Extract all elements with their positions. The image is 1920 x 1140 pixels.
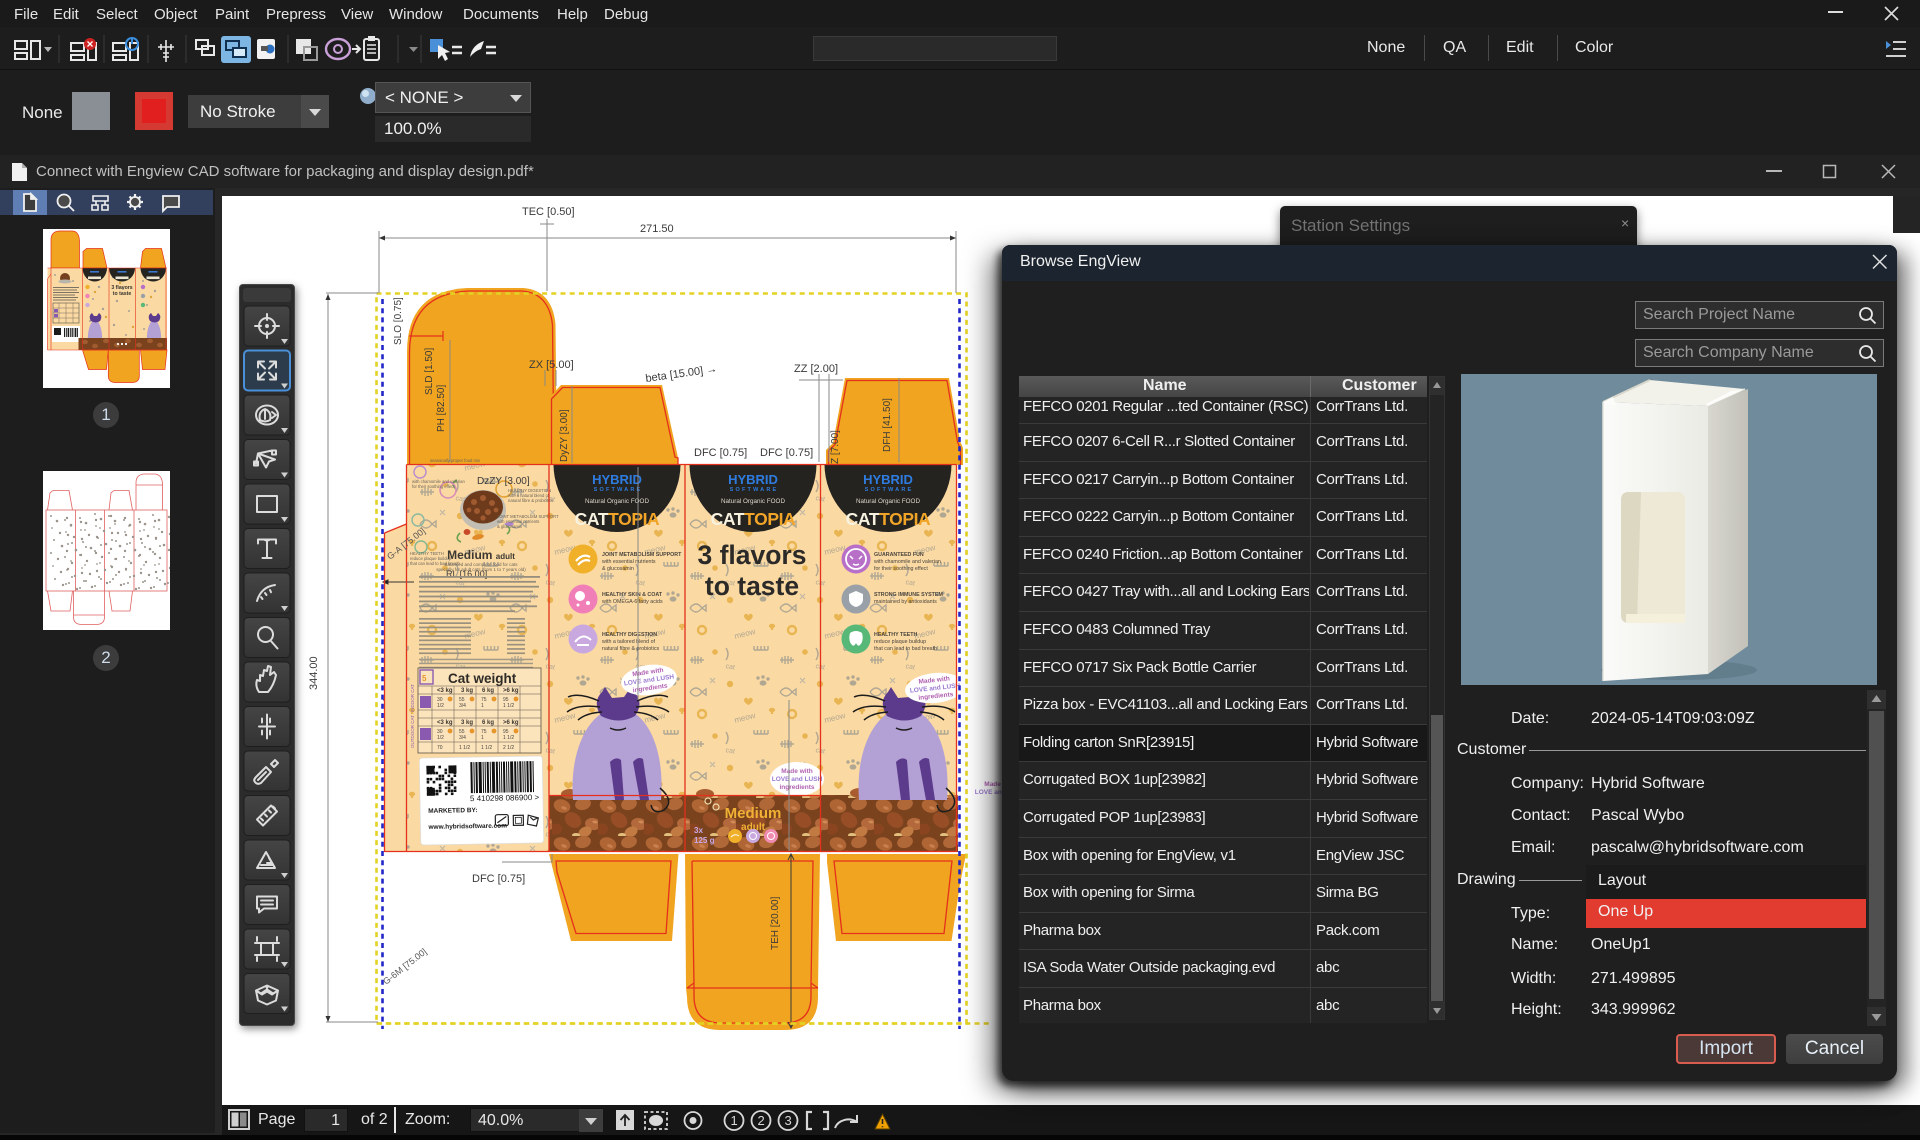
svg-text:natural fibre & probiotics: natural fibre & probiotics (508, 498, 553, 503)
svg-text:G-6M [75.00]: G-6M [75.00] (381, 946, 429, 986)
svg-text:DzZY [3.00]: DzZY [3.00] (477, 476, 530, 487)
svg-text:DFH [41.50]: DFH [41.50] (882, 398, 893, 452)
svg-text:HEALTHY TEETH: HEALTHY TEETH (874, 632, 918, 638)
svg-text:3/4: 3/4 (459, 735, 466, 741)
svg-text:maintained by antioxidants: maintained by antioxidants (874, 599, 937, 605)
svg-text:DFC [0.75]: DFC [0.75] (472, 873, 525, 885)
svg-text:Made with: Made with (781, 768, 812, 775)
svg-text:1 1/2: 1 1/2 (459, 745, 470, 751)
svg-text:HEALTHY DIGESTION: HEALTHY DIGESTION (602, 632, 657, 638)
svg-text:>6 kg: >6 kg (503, 688, 519, 694)
svg-text:CATTOPIA: CATTOPIA (575, 509, 660, 529)
svg-text:TEH [20.00]: TEH [20.00] (770, 896, 781, 950)
svg-text:SLO [0.75]: SLO [0.75] (393, 297, 404, 345)
svg-text:1 1/2: 1 1/2 (503, 735, 514, 741)
svg-text:SOFTWARE: SOFTWARE (865, 487, 914, 493)
svg-text:3x: 3x (694, 826, 703, 835)
svg-text:with chamomile and valerian: with chamomile and valerian (874, 559, 941, 565)
svg-text:with OMEGA-6 fatty acids: with OMEGA-6 fatty acids (602, 599, 663, 605)
svg-text:3/4: 3/4 (459, 703, 466, 709)
svg-text:PH [82.50]: PH [82.50] (436, 385, 447, 432)
svg-text:MARKETED BY:: MARKETED BY: (428, 807, 477, 815)
svg-text:CATTOPIA: CATTOPIA (846, 509, 931, 529)
svg-text:STRONG IMMUNE SYSTEM: STRONG IMMUNE SYSTEM (874, 592, 943, 598)
svg-text:3 kg: 3 kg (461, 720, 473, 726)
svg-text:5: 5 (422, 674, 427, 683)
svg-text:beta [15.00] →: beta [15.00] → (645, 363, 718, 385)
svg-text:ingredients: ingredients (779, 784, 814, 791)
svg-text:1 1/2: 1 1/2 (503, 703, 514, 709)
svg-text:HYBRID: HYBRID (728, 472, 778, 487)
svg-text:DyZY [3.00]: DyZY [3.00] (559, 409, 570, 462)
svg-text:& glucosamin: & glucosamin (497, 524, 523, 529)
svg-text:for their soothing effect: for their soothing effect (874, 566, 928, 572)
svg-text:reduce plaque buildup: reduce plaque buildup (874, 639, 926, 645)
svg-text:with essential nutrients: with essential nutrients (602, 559, 656, 565)
svg-text:1/2: 1/2 (437, 735, 444, 741)
svg-text:>6 kg: >6 kg (503, 720, 519, 726)
svg-text:Z [7.00]: Z [7.00] (830, 430, 841, 464)
svg-text:125 g: 125 g (694, 836, 715, 845)
svg-text:JOINT METABOLISM SUPPORT: JOINT METABOLISM SUPPORT (602, 552, 682, 558)
svg-text:SOFTWARE: SOFTWARE (594, 487, 643, 493)
svg-text:OUTDOOR CAT: OUTDOOR CAT (410, 715, 415, 748)
svg-text:6 kg: 6 kg (482, 688, 494, 694)
svg-text:INDOOR CAT: INDOOR CAT (410, 684, 415, 712)
svg-text:1: 1 (481, 703, 484, 709)
svg-text:5 410298 086900 >: 5 410298 086900 > (470, 793, 540, 803)
svg-text:to taste: to taste (113, 291, 132, 297)
svg-text:<3 kg: <3 kg (437, 688, 453, 694)
svg-text:2: 2 (758, 1113, 765, 1128)
svg-text:HEALTHY SKIN & COAT: HEALTHY SKIN & COAT (602, 592, 663, 598)
svg-text:that can lead to bad breath: that can lead to bad breath (874, 646, 937, 652)
svg-text:6 kg: 6 kg (482, 720, 494, 726)
svg-text:SLD [1.50]: SLD [1.50] (424, 348, 435, 395)
svg-text:3: 3 (785, 1113, 792, 1128)
svg-text:LOVE and LUSH: LOVE and LUSH (772, 776, 823, 783)
svg-text:DFC [0.75]: DFC [0.75] (694, 447, 747, 459)
svg-text:271.50: 271.50 (640, 223, 674, 235)
svg-text:Natural Organic FOOD: Natural Organic FOOD (856, 498, 920, 505)
svg-text:1: 1 (481, 735, 484, 741)
svg-text:DFC [0.75]: DFC [0.75] (760, 447, 813, 459)
svg-text:HYBRID: HYBRID (592, 472, 642, 487)
svg-text:GUARANTEED FUN: GUARANTEED FUN (874, 552, 924, 558)
svg-text:<3 kg: <3 kg (437, 720, 453, 726)
svg-text:HYBRID: HYBRID (863, 472, 913, 487)
svg-text:2 1/2: 2 1/2 (503, 745, 514, 751)
svg-text:ZX [5.00]: ZX [5.00] (529, 359, 574, 371)
svg-text:70: 70 (437, 745, 443, 751)
svg-text:3 flavors: 3 flavors (697, 540, 806, 570)
svg-text:natural fibre & probiotics: natural fibre & probiotics (602, 646, 659, 652)
svg-text:CATTOPIA: CATTOPIA (711, 509, 796, 529)
svg-text:to taste: to taste (705, 571, 799, 601)
svg-text:Natural Organic FOOD: Natural Organic FOOD (721, 498, 785, 505)
svg-text:1/2: 1/2 (437, 703, 444, 709)
svg-text:& glucosamin: & glucosamin (602, 566, 634, 572)
svg-text:Natural Organic FOOD: Natural Organic FOOD (585, 498, 649, 505)
svg-text:3 kg: 3 kg (461, 688, 473, 694)
svg-text:344.00: 344.00 (308, 656, 320, 690)
svg-text:TEC [0.50]: TEC [0.50] (522, 206, 575, 218)
svg-text:Medium: Medium (725, 805, 782, 822)
svg-text:seasonally proper food mix: seasonally proper food mix (430, 458, 481, 463)
svg-text:Cat weight: Cat weight (448, 671, 517, 686)
svg-text:for their soothing effect: for their soothing effect (412, 484, 455, 489)
svg-text:with a tailored blend of: with a tailored blend of (602, 639, 656, 645)
svg-text:ZZ [2.00]: ZZ [2.00] (794, 363, 838, 375)
svg-text:SOFTWARE: SOFTWARE (730, 487, 779, 493)
svg-text:1: 1 (731, 1113, 738, 1128)
svg-text:1 1/2: 1 1/2 (481, 745, 492, 751)
